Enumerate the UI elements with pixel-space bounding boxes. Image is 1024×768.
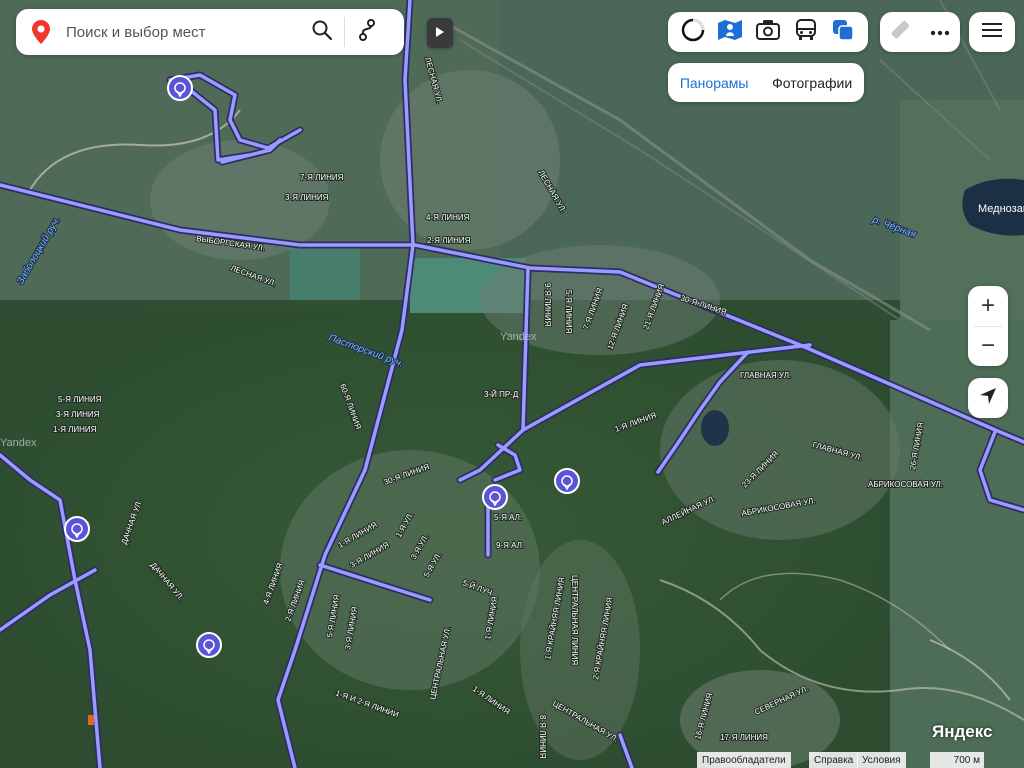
label-line-8: 8-Я ЛИНИЯ [538,715,547,759]
more-icon [930,23,950,41]
label-line-3a: 3-Я ЛИНИЯ [285,193,329,202]
tab-photos[interactable]: Фотографии [772,75,852,91]
search-icon [312,20,333,45]
navigation-arrow-icon [979,387,997,410]
zoom-control: + − [968,286,1008,366]
label-line-17: 17-Я ЛИНИЯ [720,733,768,742]
panorama-marker-1[interactable] [167,75,193,101]
label-mednoz: Меднозаводский разлив [978,203,1024,215]
zoom-out-button[interactable]: − [968,327,1008,367]
route-icon [357,18,377,46]
panorama-marker-4[interactable] [64,516,90,542]
locate-button[interactable] [968,378,1008,418]
terms-link[interactable]: Условия [857,752,906,768]
label-line-7: 7-Я ЛИНИЯ [300,173,344,182]
more-button[interactable] [923,15,957,49]
label-line-3w: 3-Я ЛИНИЯ [56,410,100,419]
tab-panoramas[interactable]: Панорамы [680,75,749,91]
panorama-tabs: Панорамы Фотографии [668,63,864,102]
play-icon [436,24,444,42]
label-al-9: 9-Я АЛ. [496,541,524,550]
label-proezd-3: 3-Й ПР-Д [484,390,519,399]
photo-layer-icon [755,19,780,46]
layers-panel [668,12,868,52]
main-menu-button[interactable] [969,12,1015,52]
transport-layer-button[interactable] [789,15,823,49]
panorama-marker-5[interactable] [196,632,222,658]
label-glavnaya-1: ГЛАВНАЯ УЛ. [740,371,791,380]
traffic-layer-icon [681,18,705,47]
search-bar [16,9,404,55]
map-canvas[interactable]: ЛЕСНАЯ УЛ. ЛЕСНАЯ УЛ. ЛЕСНАЯ УЛ. ВЫБОРГС… [0,0,1024,768]
settlement-south-east [660,360,900,540]
search-input[interactable] [64,22,304,42]
settlement-south-center [520,540,640,760]
scale-label: 700 м [953,754,980,766]
tools-panel [880,12,960,52]
ruler-button[interactable] [883,15,917,49]
label-al-5: 5-Я АЛ. [494,513,522,522]
zoom-in-button[interactable]: + [968,286,1008,326]
hamburger-icon [982,22,1002,43]
watermark-yandex-2: Yandex [0,437,37,449]
label-line-4: 4-Я ЛИНИЯ [426,213,470,222]
field-2 [290,245,360,300]
rights-holders-link[interactable]: Правообладатели [697,752,791,768]
label-line-5w: 5-Я ЛИНИЯ [58,395,102,404]
panoramas-layer-icon [717,19,743,46]
label-line-9: 9-Я ЛИНИЯ [543,283,552,327]
map-type-button[interactable] [826,15,860,49]
expand-panel-button[interactable] [427,18,453,48]
search-separator [344,17,345,47]
search-button[interactable] [304,14,340,50]
satellite-map[interactable]: ЛЕСНАЯ УЛ. ЛЕСНАЯ УЛ. ЛЕСНАЯ УЛ. ВЫБОРГС… [0,0,1024,768]
panoramas-layer-button[interactable] [713,15,747,49]
route-button[interactable] [349,14,385,50]
label-line-5: 5-Я ЛИНИЯ [564,290,573,334]
yandex-logo: Яндекс [932,722,993,741]
ruler-icon [889,19,911,46]
label-line-2: 2-Я ЛИНИЯ [427,236,471,245]
watermark-yandex-1: Yandex [500,331,537,343]
label-abrikosovaya-1: АБРИКОСОВАЯ УЛ. [868,480,943,489]
traffic-layer-button[interactable] [676,15,710,49]
label-line-1w: 1-Я ЛИНИЯ [53,425,97,434]
photo-layer-button[interactable] [751,15,785,49]
scale-bar: 700 м [930,752,984,768]
panorama-marker-2[interactable] [554,468,580,494]
pond [701,410,729,446]
map-pin-icon [30,20,52,44]
label-central-line: ЦЕНТРАЛЬНАЯ ЛИНИЯ [570,575,579,665]
map-type-icon [832,19,854,46]
help-link[interactable]: Справка [809,752,859,768]
orange-marker [88,715,94,725]
panorama-marker-3[interactable] [482,484,508,510]
transport-layer-icon [795,18,817,46]
